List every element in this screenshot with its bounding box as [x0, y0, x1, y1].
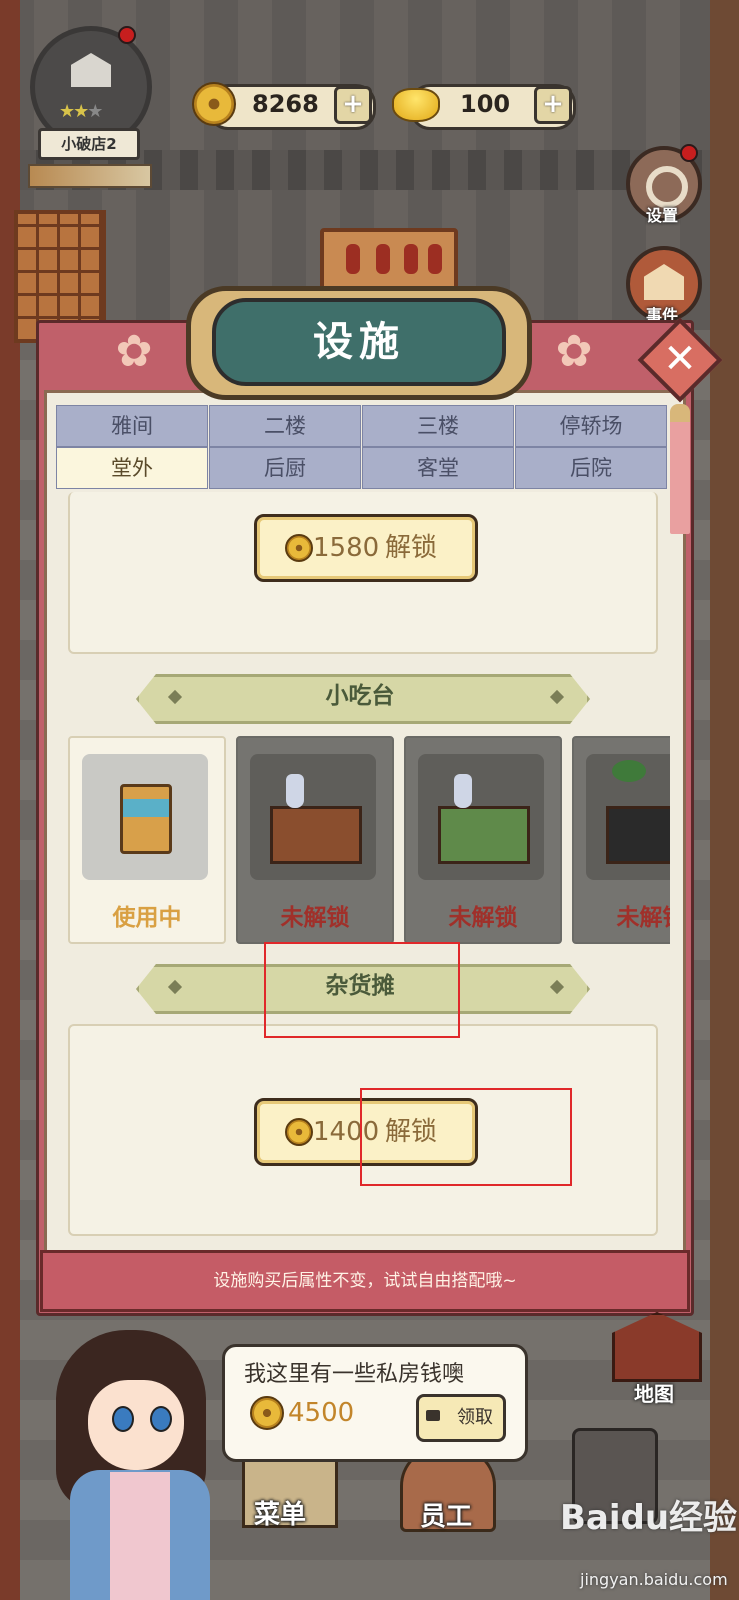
- video-camera-icon: [426, 1410, 440, 1421]
- table-icon: [270, 806, 362, 864]
- vase-icon: [454, 774, 472, 808]
- tab-third-floor[interactable]: 三楼: [362, 405, 514, 447]
- add-copper-button[interactable]: +: [334, 86, 372, 124]
- flower-icon: [612, 760, 646, 782]
- item-status: 未解锁: [448, 905, 518, 931]
- copper-coin-icon: [192, 82, 236, 126]
- npc-eye: [112, 1406, 134, 1432]
- background-pillar-right: [710, 0, 739, 1600]
- unlock-button-1580[interactable]: 1580 解锁: [254, 514, 478, 582]
- item-status: 未解锁: [616, 905, 671, 931]
- shop-stars: ★★★: [59, 101, 103, 122]
- item-thumbnail: [250, 754, 376, 880]
- copper-coin-icon: [285, 534, 313, 562]
- npc-eye: [150, 1406, 172, 1432]
- npc-coin-amount: 4500: [288, 1398, 355, 1428]
- facility-tabs: 雅间 二楼 三楼 停轿场 堂外 后厨 客堂 后院: [56, 405, 668, 491]
- facility-tip: 设施购买后属性不变，试试自由搭配哦~: [40, 1250, 690, 1312]
- unlock-price: 1580: [313, 533, 380, 563]
- snack-stall-item-locked[interactable]: 未解锁: [572, 736, 670, 944]
- flower-ornament-icon: ✿: [555, 326, 593, 377]
- npc-speech-text: 我这里有一些私房钱噢: [244, 1362, 465, 1387]
- tab-yajian[interactable]: 雅间: [56, 405, 208, 447]
- baidu-watermark: Baidu经验: [560, 1498, 738, 1538]
- table-icon: [606, 806, 670, 864]
- flower-ornament-icon: ✿: [115, 326, 153, 377]
- tab-sedan-lot[interactable]: 停轿场: [515, 405, 667, 447]
- house-icon: [644, 264, 684, 300]
- staff-button[interactable]: 员工: [420, 1496, 472, 1533]
- table-icon: [438, 806, 530, 864]
- copper-coin-value: 8268: [252, 90, 319, 118]
- annotation-box-unlock: [360, 1088, 572, 1186]
- annotation-box-grocery: [264, 942, 460, 1038]
- snack-section-title: 小吃台: [325, 683, 395, 709]
- tab-outside-hall[interactable]: 堂外: [56, 447, 208, 489]
- tab-backyard[interactable]: 后院: [515, 447, 667, 489]
- settings-notification-dot: [680, 144, 698, 162]
- notification-dot: [118, 26, 136, 44]
- snack-stall-item-locked[interactable]: 未解锁: [236, 736, 394, 944]
- shop-house-icon: [71, 53, 111, 87]
- snack-stall-item-locked[interactable]: 未解锁: [404, 736, 562, 944]
- close-icon[interactable]: ✕: [650, 330, 710, 390]
- item-status: 未解锁: [280, 905, 350, 931]
- add-gold-button[interactable]: +: [534, 86, 572, 124]
- shop-name-label: 小破店2: [38, 128, 140, 160]
- tassel-ornament: [670, 404, 690, 534]
- panel-title: 设施: [212, 298, 506, 386]
- vase-icon: [286, 774, 304, 808]
- item-thumbnail: [82, 754, 208, 880]
- tab-back-kitchen[interactable]: 后厨: [209, 447, 361, 489]
- settings-label: 设置: [645, 206, 678, 225]
- shop-progress-bar: [28, 164, 152, 188]
- gold-ingot-value: 100: [460, 90, 511, 118]
- item-status: 使用中: [112, 905, 182, 931]
- tab-guest-hall[interactable]: 客堂: [362, 447, 514, 489]
- tab-second-floor[interactable]: 二楼: [209, 405, 361, 447]
- baidu-watermark-url: jingyan.baidu.com: [580, 1570, 728, 1589]
- menu-button[interactable]: 菜单: [254, 1494, 306, 1531]
- copper-coin-icon: [285, 1118, 313, 1146]
- unlock-label: 解锁: [385, 533, 438, 563]
- map-label[interactable]: 地图: [614, 1378, 694, 1407]
- snack-board-icon: [120, 784, 172, 854]
- snack-stall-item-in-use[interactable]: 使用中: [68, 736, 226, 944]
- facility-card-locked: 1580 解锁: [68, 492, 658, 654]
- claim-label: 领取: [457, 1407, 493, 1428]
- item-thumbnail: [418, 754, 544, 880]
- item-thumbnail: [586, 754, 670, 880]
- npc-girl-inner-robe: [110, 1472, 170, 1600]
- gold-ingot-icon: [392, 88, 440, 122]
- copper-coin-icon: [250, 1396, 284, 1430]
